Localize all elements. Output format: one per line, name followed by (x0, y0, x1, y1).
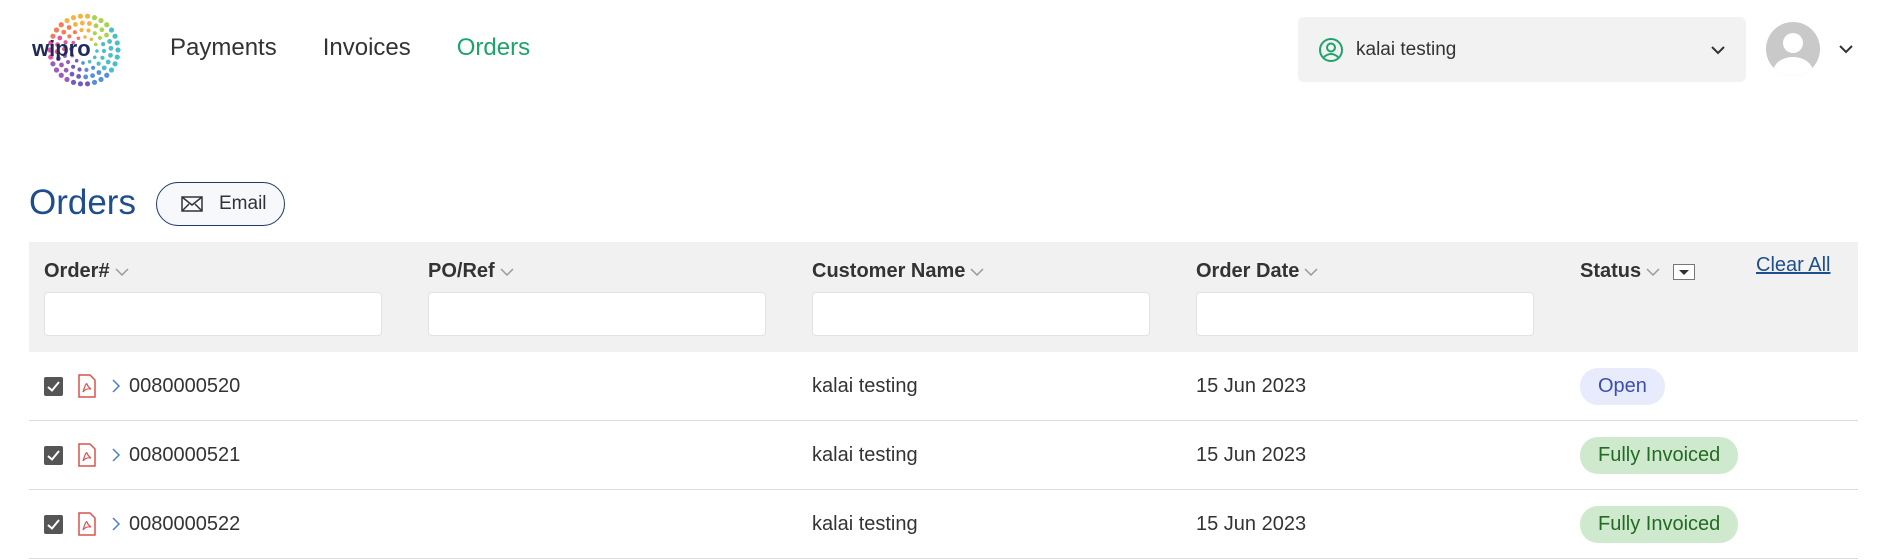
chevron-down-icon (1839, 45, 1853, 54)
chevron-right-icon[interactable] (111, 447, 121, 463)
account-name: kalai testing (1356, 38, 1457, 60)
chevron-down-icon (1711, 45, 1725, 54)
nav-invoices[interactable]: Invoices (323, 34, 411, 62)
email-button-label: Email (219, 193, 267, 214)
column-po-ref: PO/Ref (428, 260, 515, 283)
table-row[interactable]: 0080000520 kalai testing 15 Jun 2023 Ope… (29, 352, 1858, 421)
column-header-order-date[interactable]: Order Date (1196, 260, 1319, 283)
row-checkbox[interactable] (44, 514, 63, 534)
wipro-logo[interactable]: wipro (28, 10, 132, 90)
chevron-down-icon (1304, 267, 1318, 276)
nav-payments[interactable]: Payments (170, 34, 277, 62)
chevron-right-icon[interactable] (111, 378, 121, 394)
pdf-icon[interactable] (77, 374, 97, 398)
order-date-cell: 15 Jun 2023 (1196, 512, 1307, 535)
pdf-icon[interactable] (77, 512, 97, 536)
status-filter-dropdown[interactable] (1673, 263, 1696, 280)
chevron-down-icon (500, 267, 514, 276)
row-checkbox[interactable] (44, 445, 63, 465)
profile-menu[interactable] (1766, 22, 1854, 76)
status-cell: Fully Invoiced (1580, 490, 1739, 558)
order-date-cell: 15 Jun 2023 (1196, 443, 1307, 466)
row-checkbox[interactable] (44, 376, 63, 396)
account-selector[interactable]: kalai testing (1298, 17, 1746, 82)
status-badge: Fully Invoiced (1580, 505, 1739, 543)
status-cell: Fully Invoiced (1580, 421, 1739, 489)
order-no-cell: 0080000522 (44, 490, 240, 558)
page: wipro Payments Invoices Orders kalai tes… (0, 0, 1878, 560)
email-button[interactable]: Email (156, 182, 285, 226)
column-header-customer[interactable]: Customer Name (812, 260, 985, 283)
page-title: Orders (29, 183, 136, 222)
column-customer: Customer Name (812, 260, 985, 283)
column-header-status[interactable]: Status (1580, 260, 1696, 283)
chevron-right-icon[interactable] (111, 516, 121, 532)
status-cell: Open (1580, 352, 1665, 420)
chevron-down-icon (970, 267, 984, 276)
table-row[interactable]: 0080000522 kalai testing 15 Jun 2023 Ful… (29, 490, 1858, 559)
user-circle-icon (1319, 37, 1343, 62)
status-badge: Fully Invoiced (1580, 436, 1739, 474)
column-header-order-no[interactable]: Order# (44, 260, 130, 283)
order-number[interactable]: 0080000520 (129, 375, 240, 398)
svg-text:wipro: wipro (31, 36, 91, 61)
mail-icon (181, 196, 203, 212)
filter-customer[interactable] (812, 292, 1150, 336)
column-order-date: Order Date (1196, 260, 1319, 283)
table-row[interactable]: 0080000521 kalai testing 15 Jun 2023 Ful… (29, 421, 1858, 490)
order-number[interactable]: 0080000521 (129, 444, 240, 467)
avatar-icon (1766, 22, 1820, 76)
column-header-po-ref[interactable]: PO/Ref (428, 260, 515, 283)
column-order-no: Order# (44, 260, 130, 283)
nav-orders[interactable]: Orders (457, 34, 530, 62)
table-header: Order# PO/Ref Customer Name Order Date S… (29, 242, 1858, 352)
main-nav: Payments Invoices Orders (170, 34, 530, 62)
clear-all-link[interactable]: Clear All (1756, 254, 1830, 277)
filter-po-ref[interactable] (428, 292, 766, 336)
customer-cell: kalai testing (812, 443, 918, 466)
order-number[interactable]: 0080000522 (129, 513, 240, 536)
status-badge: Open (1580, 367, 1665, 405)
chevron-down-icon (1646, 267, 1660, 276)
order-date-cell: 15 Jun 2023 (1196, 374, 1307, 397)
column-status: Status (1580, 260, 1696, 283)
customer-cell: kalai testing (812, 512, 918, 535)
customer-cell: kalai testing (812, 374, 918, 397)
order-no-cell: 0080000520 (44, 352, 240, 420)
pdf-icon[interactable] (77, 443, 97, 467)
filter-order-no[interactable] (44, 292, 382, 336)
order-no-cell: 0080000521 (44, 421, 240, 489)
filter-order-date[interactable] (1196, 292, 1534, 336)
chevron-down-icon (115, 267, 129, 276)
